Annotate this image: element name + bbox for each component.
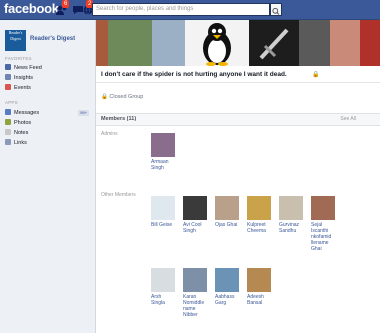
messages-count-badge: 99+ <box>78 110 89 116</box>
member-avatar[interactable] <box>311 196 335 220</box>
member-avatar[interactable] <box>215 196 239 220</box>
members-count-title: Members (11) <box>101 116 137 122</box>
search-button[interactable] <box>270 3 282 16</box>
sidebar-item-label: Photos <box>14 120 32 126</box>
member-name-link[interactable]: Adeesh Bansal <box>247 294 277 306</box>
member-avatar[interactable] <box>183 196 207 220</box>
member-avatar[interactable] <box>279 196 303 220</box>
cover-tile <box>185 20 249 66</box>
member-avatar[interactable] <box>151 196 175 220</box>
lock-icon: 🔒 <box>312 72 320 78</box>
sidebar-item-messages[interactable]: Messages 99+ <box>5 109 93 117</box>
links-icon <box>5 139 11 145</box>
members-header: Members (11) See All <box>96 113 380 126</box>
member-name-link[interactable]: Ojas Ghai <box>215 222 245 228</box>
favorites-section-title: FAVORITES <box>5 56 32 61</box>
member-card[interactable]: Arsh Singla <box>151 268 181 306</box>
cover-tile <box>152 20 185 66</box>
admins-label: Admins <box>101 131 118 137</box>
cover-tile <box>360 20 380 66</box>
insights-icon <box>5 74 11 80</box>
member-card[interactable]: Aabhass Garg <box>215 268 245 306</box>
search-icon <box>272 7 280 15</box>
sidebar-item-label: Messages <box>14 110 40 116</box>
search-input[interactable]: Search for people, places and things <box>92 3 270 16</box>
sidebar-item-notes[interactable]: Notes <box>5 129 93 137</box>
group-title[interactable]: I don't care if the spider is not hurtin… <box>101 71 287 78</box>
member-name-link[interactable]: Arsh Singla <box>151 294 181 306</box>
notes-icon <box>5 129 11 135</box>
page-logo[interactable]: Reader's Digest <box>5 30 26 51</box>
cover-tile <box>249 20 299 66</box>
group-privacy-label: 🔒 Closed Group <box>101 94 143 100</box>
member-name-link[interactable]: Aabhass Garg <box>215 294 245 306</box>
member-card[interactable]: Ojas Ghai <box>215 196 245 228</box>
member-name-link[interactable]: Avi Cool Singh <box>183 222 213 234</box>
member-card[interactable]: Gurvinaz Sandhu <box>279 196 309 234</box>
sidebar-item-label: Notes <box>14 130 29 136</box>
member-avatar[interactable] <box>151 268 175 292</box>
privacy-text: Closed Group <box>109 94 144 100</box>
member-avatar[interactable] <box>247 196 271 220</box>
sidebar-item-label: Events <box>14 85 31 91</box>
penguin-cover-image <box>185 20 249 66</box>
member-name-link[interactable]: Gurvinaz Sandhu <box>279 222 309 234</box>
page-name-link[interactable]: Reader's Digest <box>30 36 75 42</box>
sidebar-item-label: News Feed <box>14 65 42 71</box>
member-avatar[interactable] <box>151 133 175 157</box>
member-name-link[interactable]: Bill Geise <box>151 222 181 228</box>
member-name-link[interactable]: Kulpreet Cheema <box>247 222 277 234</box>
member-avatar[interactable] <box>215 268 239 292</box>
messages-icon <box>5 109 11 115</box>
sword-cover-image <box>249 20 299 66</box>
sidebar-item-label: Insights <box>14 75 33 81</box>
member-card[interactable]: Bill Geise <box>151 196 181 228</box>
member-card[interactable]: Adeesh Bansal <box>247 268 277 306</box>
member-avatar[interactable] <box>183 268 207 292</box>
other-members-label: Other Members <box>101 192 136 198</box>
left-sidebar: Reader's Digest Reader's Digest FAVORITE… <box>0 20 96 333</box>
sidebar-item-links[interactable]: Links <box>5 139 93 147</box>
cover-tile <box>330 20 360 66</box>
sidebar-item-label: Links <box>14 140 27 146</box>
member-name-link[interactable]: Sejal Iscanthi nkofamid llename Ghai <box>311 222 341 252</box>
sidebar-item-news-feed[interactable]: News Feed <box>5 64 93 72</box>
top-navigation-bar: facebook 6 2 Search for people, places a… <box>0 0 380 20</box>
member-card[interactable]: Armaan Singh <box>151 133 181 171</box>
divider <box>96 82 380 83</box>
sidebar-item-insights[interactable]: Insights <box>5 74 93 82</box>
member-card[interactable]: Avi Cool Singh <box>183 196 213 234</box>
member-name-link[interactable]: Karan Nomiddle name Nibber <box>183 294 213 318</box>
member-card[interactable]: Sejal Iscanthi nkofamid llename Ghai <box>311 196 341 252</box>
member-avatar[interactable] <box>247 268 271 292</box>
facebook-logo[interactable]: facebook <box>4 1 59 16</box>
group-cover-photo-collage[interactable] <box>96 20 380 66</box>
lock-icon: 🔒 <box>101 94 108 100</box>
member-card[interactable]: Kulpreet Cheema <box>247 196 277 234</box>
sidebar-item-events[interactable]: Events <box>5 84 93 92</box>
member-card[interactable]: Karan Nomiddle name Nibber <box>183 268 213 318</box>
cover-tile <box>108 20 152 66</box>
cover-tile <box>96 20 108 66</box>
sidebar-item-photos[interactable]: Photos <box>5 119 93 127</box>
photos-icon <box>5 119 11 125</box>
cover-tile <box>299 20 330 66</box>
friend-requests-badge: 6 <box>62 0 70 8</box>
member-name-link[interactable]: Armaan Singh <box>151 159 181 171</box>
events-icon <box>5 84 11 90</box>
news-feed-icon <box>5 64 11 70</box>
apps-section-title: APPS <box>5 100 18 105</box>
see-all-link[interactable]: See All <box>340 116 356 122</box>
